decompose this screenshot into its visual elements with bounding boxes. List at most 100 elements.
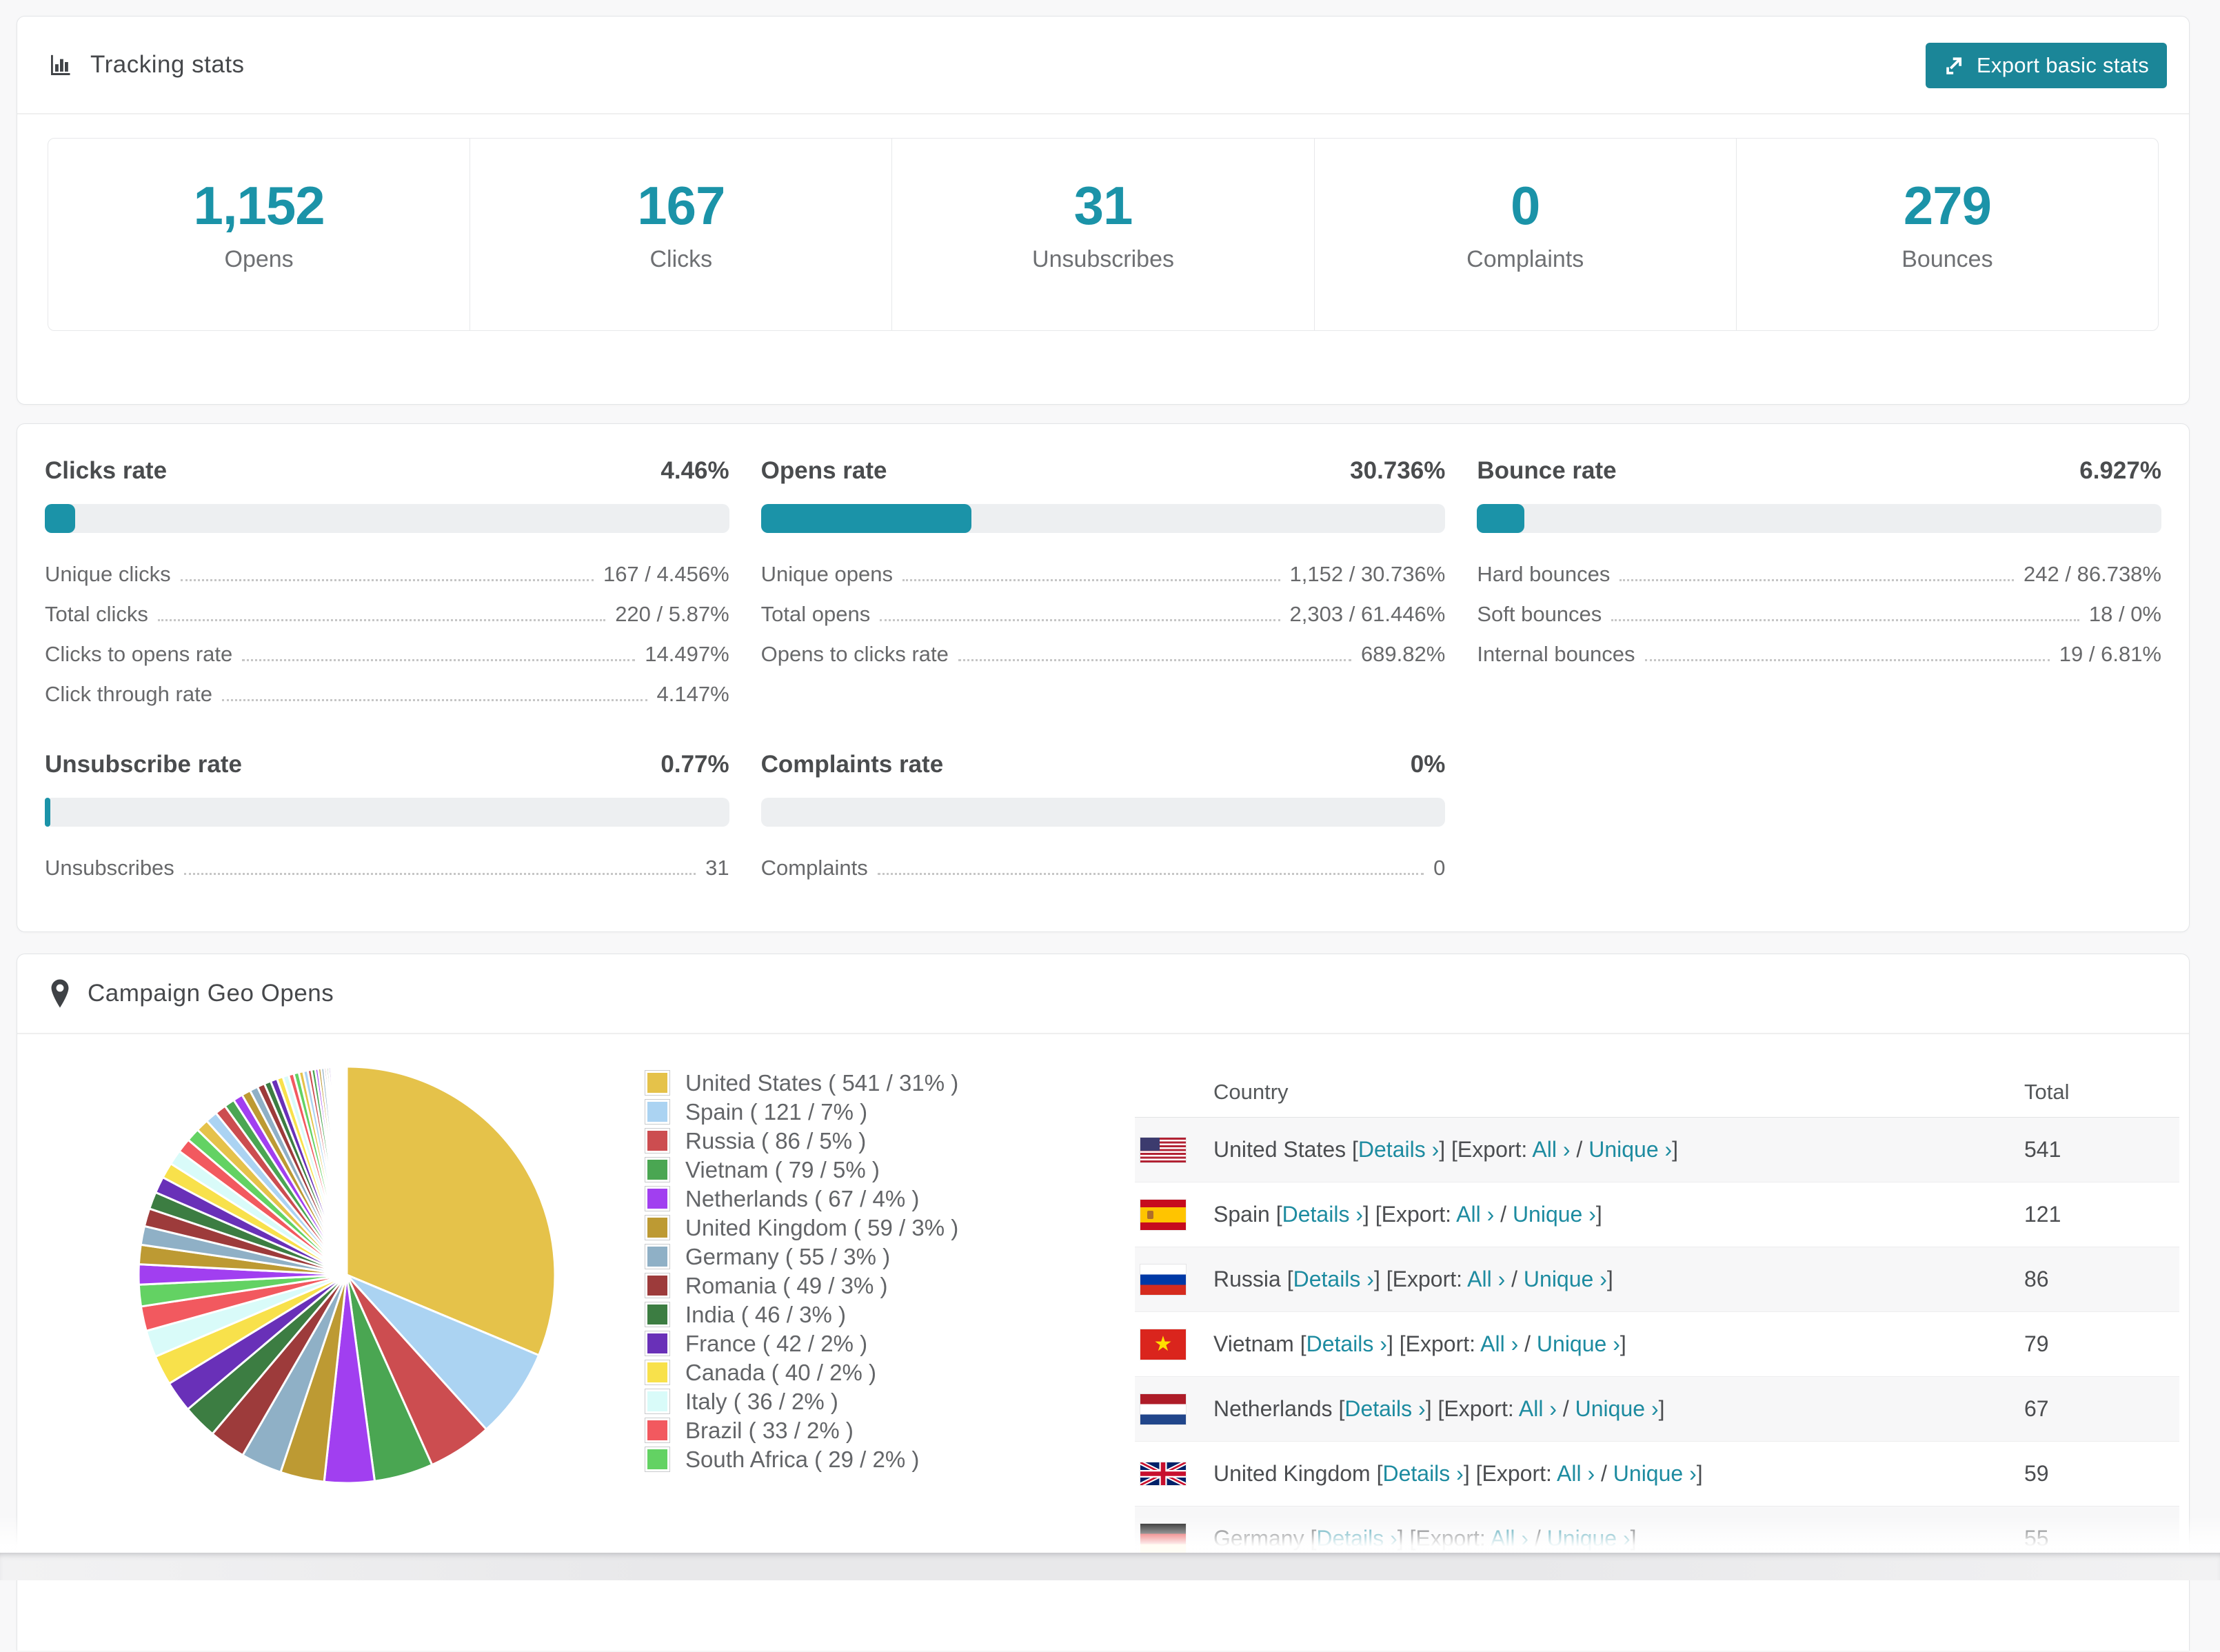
export-basic-stats-button[interactable]: Export basic stats: [1925, 43, 2167, 88]
bracket: [: [1304, 1526, 1317, 1551]
legend-item[interactable]: United States ( 541 / 31% ): [645, 1069, 1093, 1097]
rate-head: Bounce rate 6.927%: [1477, 457, 2161, 485]
table-row: Netherlands [Details ›] [Export: All › /…: [1135, 1377, 2179, 1442]
table-row: Vietnam [Details ›] [Export: All › / Uni…: [1135, 1312, 2179, 1377]
legend-item[interactable]: Romania ( 49 / 3% ): [645, 1271, 1093, 1300]
export-label: ] [Export:: [1397, 1526, 1491, 1551]
geo-pie-chart[interactable]: [130, 1058, 563, 1491]
detail-label: Unique clicks: [45, 562, 171, 586]
legend-item[interactable]: India ( 46 / 3% ): [645, 1300, 1093, 1329]
legend-swatch: [645, 1099, 670, 1125]
table-row: United States [Details ›] [Export: All ›…: [1135, 1118, 2179, 1182]
details-link[interactable]: Details ›: [1316, 1526, 1397, 1551]
bracket: [: [1280, 1267, 1293, 1291]
export-unique-link[interactable]: Unique ›: [1524, 1267, 1607, 1291]
detail-label: Opens to clicks rate: [760, 642, 949, 666]
legend-swatch: [645, 1070, 670, 1096]
legend-item[interactable]: Russia ( 86 / 5% ): [645, 1127, 1093, 1155]
legend-item[interactable]: Germany ( 55 / 3% ): [645, 1242, 1093, 1271]
table-row: Spain [Details ›] [Export: All › / Uniqu…: [1135, 1182, 2179, 1247]
legend-label: Brazil ( 33 / 2% ): [685, 1417, 854, 1443]
stat-label: Unsubscribes: [1032, 246, 1174, 272]
country-total: 59: [2024, 1461, 2049, 1486]
country-total: 55: [2024, 1526, 2049, 1551]
nl-flag-icon: [1140, 1393, 1186, 1424]
progress-fill: [45, 504, 76, 533]
legend-item[interactable]: Spain ( 121 / 7% ): [645, 1098, 1093, 1126]
export-all-link[interactable]: All ›: [1491, 1526, 1528, 1551]
legend-item[interactable]: Italy ( 36 / 2% ): [645, 1387, 1093, 1416]
export-icon: [1944, 54, 1967, 77]
detail-value: 2,303 / 61.446%: [1289, 602, 1446, 626]
export-unique-link[interactable]: Unique ›: [1537, 1331, 1620, 1356]
page-title: Tracking stats: [90, 51, 245, 78]
tracking-stats-header: Tracking stats Export basic stats: [17, 17, 2189, 114]
rate-block: Bounce rate 6.927% Hard bounces 242 / 86.73…: [1477, 457, 2161, 707]
export-all-link[interactable]: All ›: [1519, 1396, 1557, 1421]
legend-item[interactable]: Vietnam ( 79 / 5% ): [645, 1156, 1093, 1184]
detail-value: 0: [1433, 856, 1446, 880]
detail-row: Total clicks 220 / 5.87%: [45, 587, 729, 627]
legend-label: India ( 46 / 3% ): [685, 1301, 846, 1327]
bracket: [: [1293, 1331, 1306, 1356]
bracket: ]: [1630, 1526, 1637, 1551]
details-link[interactable]: Details ›: [1344, 1396, 1425, 1421]
rate-detail-rows: Unsubscribes 31: [45, 840, 729, 880]
export-unique-link[interactable]: Unique ›: [1575, 1396, 1659, 1421]
bracket: ]: [1606, 1267, 1613, 1291]
legend-swatch: [645, 1186, 670, 1211]
export-unique-link[interactable]: Unique ›: [1513, 1202, 1596, 1227]
pie-slice[interactable]: [345, 1065, 348, 1276]
detail-label: Soft bounces: [1477, 602, 1602, 626]
rate-head: Unsubscribe rate 0.77%: [45, 751, 729, 778]
export-all-link[interactable]: All ›: [1532, 1137, 1570, 1162]
legend-item[interactable]: Brazil ( 33 / 2% ): [645, 1416, 1093, 1444]
country-name: United Kingdom: [1213, 1461, 1371, 1486]
slash-separator: /: [1570, 1137, 1589, 1162]
legend-item[interactable]: Netherlands ( 67 / 4% ): [645, 1185, 1093, 1213]
rate-detail-rows: Unique opens 1,152 / 30.736% Total opens 2,…: [761, 547, 1446, 667]
horizontal-scrollbar[interactable]: [0, 1553, 2220, 1580]
details-link[interactable]: Details ›: [1282, 1202, 1363, 1227]
details-link[interactable]: Details ›: [1358, 1137, 1439, 1162]
country-name: United States: [1213, 1137, 1346, 1162]
details-link[interactable]: Details ›: [1293, 1267, 1374, 1291]
export-label: ] [Export:: [1463, 1461, 1557, 1486]
rate-title: Unsubscribe rate: [45, 751, 242, 778]
export-unique-link[interactable]: Unique ›: [1613, 1461, 1697, 1486]
rate-head: Opens rate 30.736%: [761, 457, 1446, 485]
bracket: ]: [1696, 1461, 1703, 1486]
legend-label: Italy ( 36 / 2% ): [685, 1388, 838, 1414]
export-all-link[interactable]: All ›: [1456, 1202, 1494, 1227]
bracket: ]: [1595, 1202, 1602, 1227]
detail-row: Unsubscribes 31: [45, 840, 729, 880]
dotted-leader: [958, 659, 1351, 661]
detail-row: Clicks to opens rate 14.497%: [45, 627, 729, 667]
export-unique-link[interactable]: Unique ›: [1588, 1137, 1672, 1162]
export-all-link[interactable]: All ›: [1557, 1461, 1595, 1486]
country-cell: Netherlands [Details ›] [Export: All › /…: [1213, 1396, 2024, 1422]
legend-item[interactable]: France ( 42 / 2% ): [645, 1329, 1093, 1358]
export-label: ] [Export:: [1439, 1137, 1533, 1162]
legend-label: Canada ( 40 / 2% ): [685, 1359, 876, 1385]
rate-detail-rows: Unique clicks 167 / 4.456% Total clicks 220…: [45, 547, 729, 707]
rate-block: Clicks rate 4.46% Unique clicks 167 / 4.456…: [45, 457, 729, 707]
dotted-leader: [1619, 579, 2015, 581]
detail-label: Total opens: [760, 602, 871, 626]
details-link[interactable]: Details ›: [1382, 1461, 1463, 1486]
details-link[interactable]: Details ›: [1306, 1331, 1387, 1356]
rate-value: 4.46%: [660, 457, 729, 484]
export-all-link[interactable]: All ›: [1467, 1267, 1505, 1291]
legend-swatch: [645, 1389, 670, 1414]
bracket: [: [1370, 1461, 1383, 1486]
legend-label: Romania ( 49 / 3% ): [685, 1272, 888, 1298]
legend-item[interactable]: United Kingdom ( 59 / 3% ): [645, 1213, 1093, 1242]
export-all-link[interactable]: All ›: [1480, 1331, 1518, 1356]
stat-cell: 31 Unsubscribes: [892, 139, 1315, 330]
export-unique-link[interactable]: Unique ›: [1547, 1526, 1631, 1551]
legend-item[interactable]: Canada ( 40 / 2% ): [645, 1358, 1093, 1387]
detail-value: 31: [705, 856, 729, 880]
legend-item[interactable]: South Africa ( 29 / 2% ): [645, 1445, 1093, 1473]
detail-label: Hard bounces: [1477, 562, 1611, 586]
country-name: Vietnam: [1213, 1331, 1294, 1356]
